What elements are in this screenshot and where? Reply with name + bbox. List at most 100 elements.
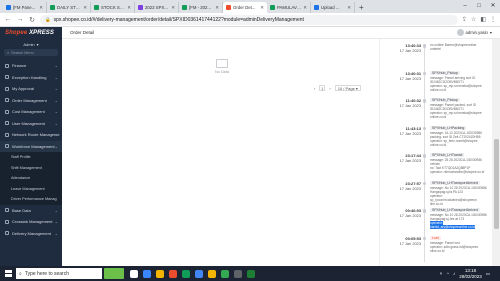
url-text: spx.shopee.co.id/#/delivery-management/o… <box>53 16 304 23</box>
sidebar-item[interactable]: My Approval ⌄ <box>0 83 62 95</box>
sidebar-item[interactable]: User Management ⌄ <box>0 118 62 130</box>
timeline-dot <box>422 154 426 158</box>
taskbar-app-icon[interactable] <box>221 269 229 278</box>
browser-tab[interactable]: PAMULAVI... ✕ <box>267 2 311 13</box>
browser-tab[interactable]: Upload ... ✕ <box>311 2 355 13</box>
close-tab-icon[interactable]: ✕ <box>347 5 351 11</box>
timeline-timestamp: 00:46:53 17 Jan 2023 <box>383 208 421 218</box>
favicon-icon <box>50 5 55 10</box>
sidebar-item[interactable]: Exception Handling ⌄ <box>0 72 62 84</box>
browser-tab[interactable]: DAILY STO... ✕ <box>47 2 91 13</box>
timeline-date: 17 Jan 2023 <box>399 103 421 108</box>
taskbar-app-icon[interactable] <box>234 269 242 278</box>
forward-icon[interactable]: → <box>16 16 24 23</box>
back-icon[interactable]: ← <box>4 16 12 23</box>
page-size-select[interactable]: 10 / Page ▾ <box>334 85 361 91</box>
page-size-value: 10 / Page <box>337 86 355 91</box>
close-tab-icon[interactable]: ✕ <box>39 5 43 11</box>
sidebar-item[interactable]: Delivery Management ⌄ <box>0 228 62 240</box>
taskbar-search-input[interactable]: ⌕ Type here to search <box>16 268 102 279</box>
sidebar-menu: Finance ⌄ Exception Handling ⌄ My Approval ⌄ O… <box>0 60 62 239</box>
empty-state-label: No Data <box>215 70 229 74</box>
browser-tab[interactable]: STOCK SUN...✕ <box>91 2 135 13</box>
reload-icon[interactable]: ↻ <box>28 16 36 24</box>
chevron-up-icon[interactable]: ˄ <box>440 271 443 276</box>
taskbar-app-icon[interactable] <box>169 269 177 278</box>
timeline-body: SPXHub_Pickup message: Parcel packed, sor… <box>430 98 490 119</box>
sidebar-item[interactable]: Workforce Management ⌄ <box>0 140 62 152</box>
status-badge: SPXHub_Pickup <box>430 98 460 102</box>
user-menu[interactable]: admin.yasin ▾ <box>456 29 492 36</box>
sidebar-item[interactable]: Network Route Manageme ⌄ <box>0 129 62 141</box>
sidebar-subitem[interactable]: Attendance <box>0 173 62 184</box>
close-tab-icon[interactable]: ✕ <box>303 5 307 11</box>
prev-page-button[interactable]: ‹ <box>314 86 315 91</box>
timeline-date: 17 Jan 2023 <box>399 185 421 191</box>
next-page-button[interactable]: › <box>329 86 330 91</box>
sidebar-subitem[interactable]: Shift Management <box>0 162 62 173</box>
timeline-timestamp: 13:40:31 17 Jan 2023 <box>383 71 421 81</box>
timeline-detail: ordertel <box>430 47 441 51</box>
menu-icon[interactable]: ⋮ <box>490 16 496 23</box>
timeline-body: SPXHub_Pickup message: Parcel arriving so… <box>430 70 490 92</box>
star-icon[interactable]: ☆ <box>471 16 476 23</box>
status-badge: SPXHub_LHPacking <box>430 125 467 130</box>
menu-item-icon <box>5 219 9 224</box>
sidebar-user[interactable]: Admin ▾ <box>0 39 62 49</box>
close-tab-icon[interactable]: ✕ <box>83 5 87 11</box>
sidebar-subitem[interactable]: Leave Management <box>0 183 62 194</box>
taskbar-app-icon[interactable] <box>247 269 255 278</box>
timeline-timestamp: 11:40:32 17 Jan 2023 <box>383 98 421 108</box>
close-tab-icon[interactable]: ✕ <box>215 5 219 11</box>
timeline-date: 17 Jan 2023 <box>399 130 421 136</box>
page-number-button[interactable]: 1 <box>319 85 326 91</box>
timeline-detail: nline.co.id <box>430 248 445 253</box>
menu-item-icon <box>5 144 9 149</box>
taskbar-app-icon[interactable] <box>195 269 203 278</box>
url-input[interactable]: 🔒 spx.shopee.co.id/#/delivery-management… <box>40 14 458 25</box>
sidebar-item[interactable]: Order Management ⌄ <box>0 95 62 107</box>
taskbar-app-icon[interactable] <box>130 269 138 278</box>
sidebar-item[interactable]: Crosstab Management ⌄ <box>0 216 62 228</box>
timeline-entry: 23:17:44 17 Jan 2023 SPXHub_LHTransit messa… <box>380 153 492 181</box>
minimize-icon[interactable]: – <box>458 0 472 13</box>
browser-tab[interactable]: [FM - 202... ✕ <box>179 2 223 13</box>
scrollbar-thumb[interactable] <box>493 139 499 229</box>
menu-item-icon <box>5 109 9 114</box>
search-highlight-image <box>104 268 124 279</box>
browser-tab[interactable]: 2023 SPX... ✕ <box>135 2 179 13</box>
taskbar-app-icon[interactable] <box>208 269 216 278</box>
sidebar-subitem[interactable]: Driver Performance Manag <box>0 194 62 205</box>
menu-search-input[interactable]: ⌕ Search Menu <box>4 49 58 56</box>
browser-tab[interactable]: Order Det... ✕ <box>223 2 267 13</box>
start-button[interactable] <box>0 266 16 281</box>
timeline-entry: 13:40:33 17 Jan 2023 no outline Barmo@shop… <box>380 43 492 71</box>
clock[interactable]: 13:18 28/02/2023 <box>459 268 482 279</box>
taskbar-app-icon[interactable] <box>143 269 151 278</box>
browser-tab[interactable]: [FM Pane... ✕ <box>3 2 47 13</box>
taskbar-app-icon[interactable] <box>182 269 190 278</box>
new-tab-button[interactable]: + <box>355 2 368 13</box>
close-tab-icon[interactable]: ✕ <box>260 5 264 11</box>
extensions-icon[interactable]: ◧ <box>480 16 486 23</box>
sidebar-item[interactable]: Cost Management ⌄ <box>0 106 62 118</box>
notification-icon[interactable]: ▭ <box>486 271 490 277</box>
taskbar-app-icon[interactable] <box>156 269 164 278</box>
timeline-timestamp: 11:43:13 17 Jan 2023 <box>383 126 421 136</box>
sidebar-item[interactable]: Finance ⌄ <box>0 60 62 72</box>
close-tab-icon[interactable]: ✕ <box>171 5 175 11</box>
network-icon[interactable]: ◔ <box>446 271 449 276</box>
share-icon[interactable]: ⇪ <box>462 16 467 23</box>
sidebar-subitem[interactable]: Staff Profile <box>0 152 62 163</box>
volume-icon[interactable]: ♪ <box>453 271 455 276</box>
chevron-down-icon: ⌄ <box>54 109 58 115</box>
timeline-detail: harhid_ary@shopeeonline.co.id <box>430 225 475 229</box>
sidebar-item[interactable]: Base Data ⌄ <box>0 205 62 217</box>
close-icon[interactable]: ✕ <box>486 0 500 13</box>
maximize-icon[interactable]: □ <box>472 0 486 13</box>
timeline-date: 17 Jan 2023 <box>399 75 421 81</box>
window-controls: – □ ✕ <box>458 0 500 13</box>
scrollbar[interactable] <box>492 39 500 266</box>
close-tab-icon[interactable]: ✕ <box>127 5 131 11</box>
timeline-dot <box>422 71 426 75</box>
